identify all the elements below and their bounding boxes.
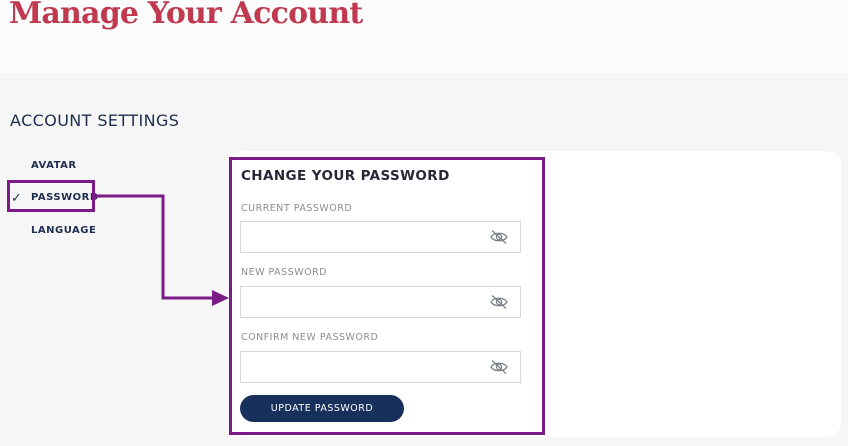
password-form-highlight [229, 157, 545, 435]
page-title: Manage Your Account [9, 0, 363, 31]
nav-item-avatar[interactable]: AVATAR [31, 160, 77, 171]
section-title: ACCOUNT SETTINGS [10, 111, 180, 130]
password-nav-highlight [7, 180, 95, 212]
nav-item-language[interactable]: LANGUAGE [31, 225, 96, 236]
